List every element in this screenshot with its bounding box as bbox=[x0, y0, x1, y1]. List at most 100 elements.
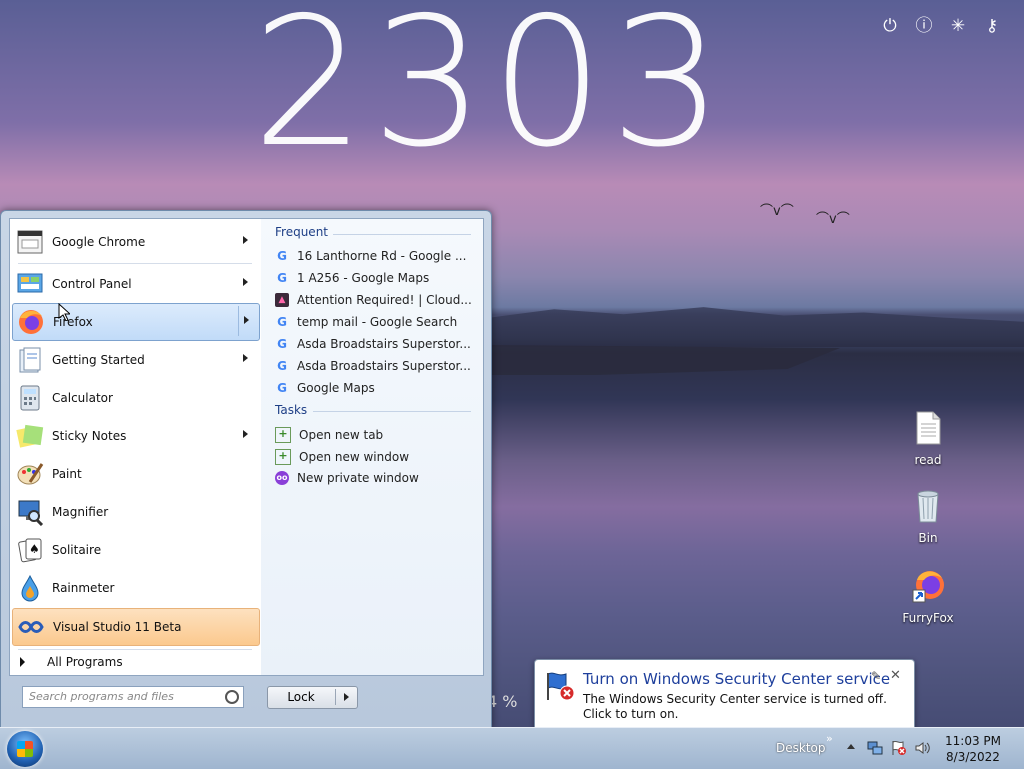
program-magnifier[interactable]: Magnifier bbox=[12, 494, 258, 530]
program-label: Google Chrome bbox=[52, 235, 146, 249]
desktop-icon-label: Bin bbox=[918, 531, 938, 545]
submenu-arrow-icon[interactable] bbox=[243, 236, 248, 244]
google-icon: G bbox=[277, 271, 287, 285]
search-input[interactable]: Search programs and files bbox=[22, 686, 244, 708]
notification-title: Turn on Windows Security Center service bbox=[583, 670, 891, 688]
wallpaper-mountains bbox=[490, 307, 1024, 347]
bird-icon: ⌒v⌒ bbox=[816, 212, 850, 227]
settings-key-icon[interactable]: ⚷ bbox=[982, 16, 1002, 36]
paint-icon bbox=[14, 458, 46, 490]
magnifier-icon bbox=[14, 496, 46, 528]
program-label: Sticky Notes bbox=[52, 429, 127, 443]
svg-text:♠: ♠ bbox=[29, 542, 40, 556]
control-panel-icon bbox=[14, 268, 46, 300]
jumplist-item-label: Google Maps bbox=[297, 381, 375, 395]
taskbar: Desktop » 11:03 PM 8/3/2022 bbox=[0, 727, 1024, 769]
expand-arrow-icon bbox=[20, 657, 25, 667]
start-button[interactable] bbox=[7, 731, 43, 767]
notification-text: The Windows Security Center service is t… bbox=[583, 692, 887, 721]
jumplist-task[interactable]: + Open new window bbox=[275, 449, 409, 465]
jumplist-item[interactable]: G 16 Lanthorne Rd - Google ... bbox=[275, 249, 466, 263]
network-icon[interactable] bbox=[867, 740, 883, 756]
info-icon[interactable]: ⓘ bbox=[914, 16, 934, 36]
refresh-icon[interactable]: ✳ bbox=[948, 16, 968, 36]
rainmeter-icon bbox=[14, 572, 46, 604]
jumplist-item[interactable]: G Asda Broadstairs Superstor... bbox=[275, 337, 471, 351]
jumplist-item[interactable]: ▲ Attention Required! | Cloud... bbox=[275, 293, 472, 307]
jumplist-item[interactable]: G Asda Broadstairs Superstor... bbox=[275, 359, 471, 373]
private-window-icon: oo bbox=[275, 471, 289, 485]
desktop-icon-furryfox[interactable]: FurryFox bbox=[898, 568, 958, 625]
clock-date: 8/3/2022 bbox=[946, 750, 1000, 764]
google-icon: G bbox=[277, 249, 287, 263]
program-label: Calculator bbox=[52, 391, 113, 405]
google-icon: G bbox=[277, 315, 287, 329]
start-menu-programs: Google Chrome Control Panel Firefox Gett… bbox=[9, 218, 262, 676]
action-center-alert-icon[interactable] bbox=[891, 740, 907, 756]
program-getting-started[interactable]: Getting Started bbox=[12, 342, 258, 378]
show-hidden-icons-icon[interactable] bbox=[847, 744, 855, 749]
jumplist-item-label: temp mail - Google Search bbox=[297, 315, 458, 329]
lock-button[interactable]: Lock bbox=[267, 686, 358, 709]
program-label: Solitaire bbox=[52, 543, 102, 557]
volume-icon[interactable] bbox=[914, 740, 930, 756]
divider bbox=[18, 263, 252, 264]
close-icon[interactable]: ✕ bbox=[890, 668, 901, 683]
program-label: Rainmeter bbox=[52, 581, 115, 595]
search-icon bbox=[225, 690, 239, 704]
program-visual-studio[interactable]: Visual Studio 11 Beta bbox=[12, 608, 260, 646]
program-sticky-notes[interactable]: Sticky Notes bbox=[12, 418, 258, 454]
firefox-icon bbox=[15, 306, 47, 338]
desktop-icon-label: FurryFox bbox=[902, 611, 954, 625]
program-paint[interactable]: Paint bbox=[12, 456, 258, 492]
program-google-chrome[interactable]: Google Chrome bbox=[12, 224, 258, 260]
jumplist-task[interactable]: oo New private window bbox=[275, 471, 419, 485]
options-wrench-icon[interactable]: ✎ bbox=[871, 669, 881, 683]
security-notification[interactable]: Turn on Windows Security Center service … bbox=[534, 659, 915, 740]
split-divider bbox=[238, 306, 239, 336]
jumplist-task[interactable]: + Open new tab bbox=[275, 427, 383, 443]
divider bbox=[333, 234, 471, 235]
program-rainmeter[interactable]: Rainmeter bbox=[12, 570, 258, 606]
jumplist-task-label: New private window bbox=[297, 471, 419, 485]
submenu-arrow-icon[interactable] bbox=[243, 430, 248, 438]
jumplist-item[interactable]: G Google Maps bbox=[275, 381, 375, 395]
program-firefox[interactable]: Firefox bbox=[12, 303, 260, 341]
rainmeter-power-controls: ⏻ ⓘ ✳ ⚷ bbox=[880, 16, 1002, 36]
lock-label: Lock bbox=[287, 690, 315, 704]
submenu-arrow-icon[interactable] bbox=[243, 354, 248, 362]
calculator-icon bbox=[14, 382, 46, 414]
chrome-icon bbox=[14, 226, 46, 258]
solitaire-icon: ♠ bbox=[14, 534, 46, 566]
submenu-arrow-icon[interactable] bbox=[243, 278, 248, 286]
desktop-icon-read[interactable]: read bbox=[898, 410, 958, 467]
jump-list: Frequent G 16 Lanthorne Rd - Google ... G… bbox=[261, 218, 484, 676]
google-icon: G bbox=[277, 359, 287, 373]
desktop-icon-bin[interactable]: Bin bbox=[898, 488, 958, 545]
desktop-icon-label: read bbox=[914, 453, 942, 467]
shutdown-options-arrow-icon[interactable] bbox=[344, 693, 349, 701]
program-solitaire[interactable]: ♠ Solitaire bbox=[12, 532, 258, 568]
recycle-bin-icon bbox=[917, 490, 939, 523]
divider bbox=[335, 689, 336, 705]
desktop-toolbar-label[interactable]: Desktop bbox=[776, 741, 826, 755]
program-calculator[interactable]: Calculator bbox=[12, 380, 258, 416]
program-label: Getting Started bbox=[52, 353, 145, 367]
jumplist-item[interactable]: G 1 A256 - Google Maps bbox=[275, 271, 429, 285]
bird-icon: ⌒v⌒ bbox=[760, 204, 794, 219]
cloudflare-icon: ▲ bbox=[275, 293, 289, 307]
start-menu: Google Chrome Control Panel Firefox Gett… bbox=[0, 210, 492, 729]
toolbar-chevron-icon[interactable]: » bbox=[826, 732, 833, 745]
power-icon[interactable]: ⏻ bbox=[880, 16, 900, 36]
visual-studio-icon bbox=[15, 611, 47, 643]
program-control-panel[interactable]: Control Panel bbox=[12, 266, 258, 302]
jumplist-item-label: 1 A256 - Google Maps bbox=[297, 271, 430, 285]
submenu-arrow-icon[interactable] bbox=[244, 316, 249, 324]
program-label: Control Panel bbox=[52, 277, 132, 291]
divider bbox=[18, 649, 252, 650]
new-window-icon: + bbox=[275, 449, 291, 465]
all-programs-button[interactable]: All Programs bbox=[20, 655, 123, 669]
clock[interactable]: 11:03 PM 8/3/2022 bbox=[940, 733, 1006, 765]
wallpaper-island bbox=[490, 345, 840, 375]
jumplist-item[interactable]: Gtemp mail - Google Search bbox=[275, 315, 457, 329]
